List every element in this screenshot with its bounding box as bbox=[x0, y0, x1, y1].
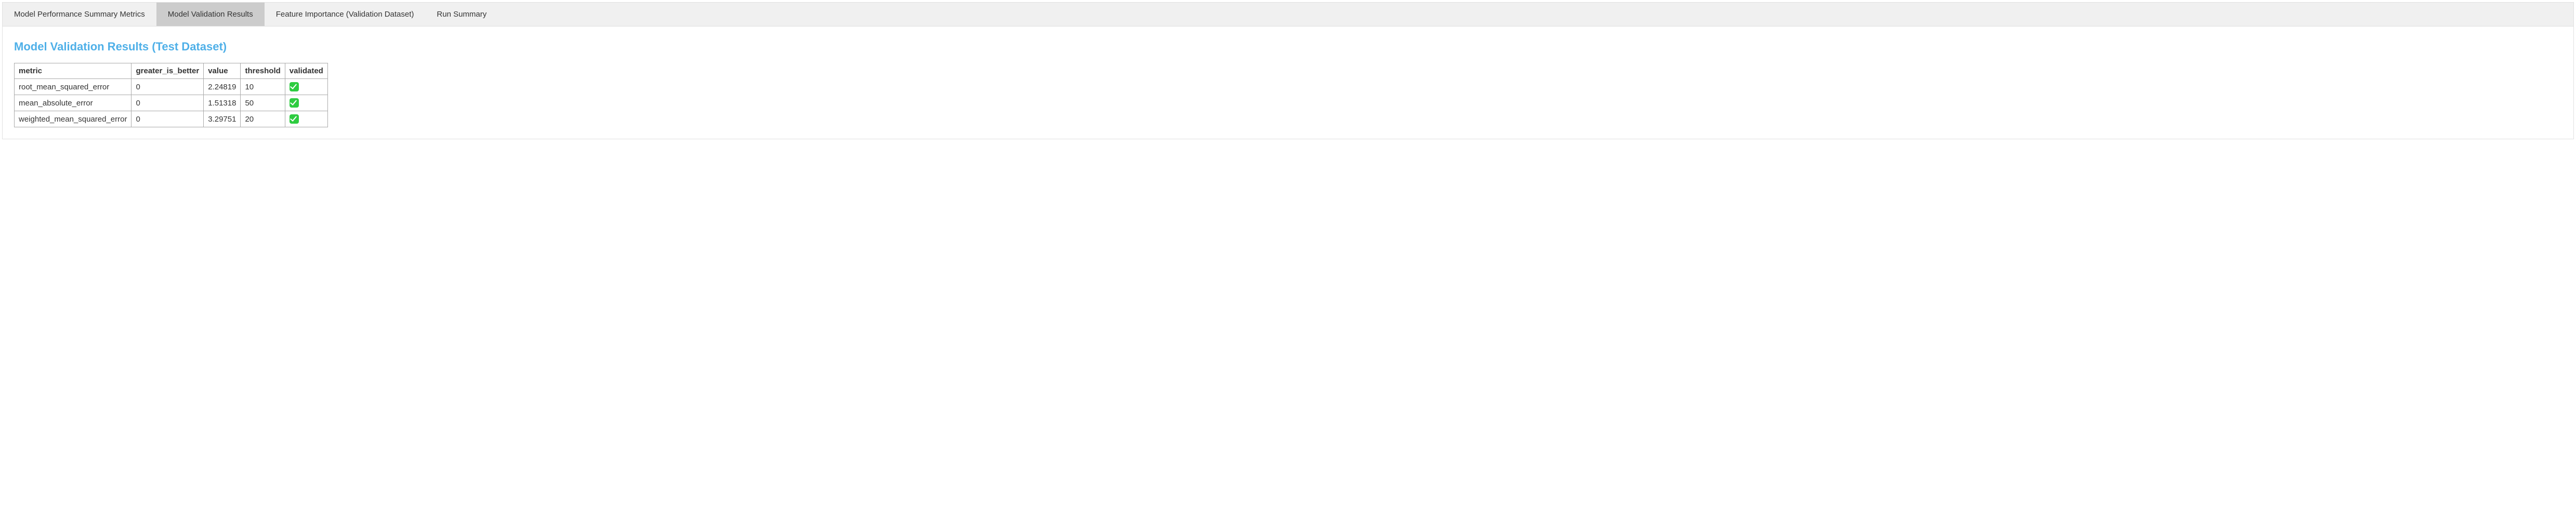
cell-greater-is-better: 0 bbox=[132, 79, 204, 95]
table-row: weighted_mean_squared_error 0 3.29751 20 bbox=[15, 111, 328, 127]
tab-model-validation-results[interactable]: Model Validation Results bbox=[156, 3, 265, 26]
cell-metric: weighted_mean_squared_error bbox=[15, 111, 132, 127]
cell-validated bbox=[285, 95, 327, 111]
cell-threshold: 10 bbox=[241, 79, 285, 95]
cell-greater-is-better: 0 bbox=[132, 111, 204, 127]
cell-threshold: 20 bbox=[241, 111, 285, 127]
cell-value: 1.51318 bbox=[204, 95, 241, 111]
check-icon bbox=[290, 82, 299, 91]
col-greater-is-better: greater_is_better bbox=[132, 63, 204, 79]
cell-metric: mean_absolute_error bbox=[15, 95, 132, 111]
table-row: root_mean_squared_error 0 2.24819 10 bbox=[15, 79, 328, 95]
check-icon bbox=[290, 98, 299, 108]
validation-results-table: metric greater_is_better value threshold… bbox=[14, 63, 328, 127]
tab-content: Model Validation Results (Test Dataset) … bbox=[3, 27, 2573, 139]
table-row: mean_absolute_error 0 1.51318 50 bbox=[15, 95, 328, 111]
table-header-row: metric greater_is_better value threshold… bbox=[15, 63, 328, 79]
col-value: value bbox=[204, 63, 241, 79]
check-icon bbox=[290, 114, 299, 124]
tab-model-performance-summary-metrics[interactable]: Model Performance Summary Metrics bbox=[3, 3, 156, 26]
cell-validated bbox=[285, 111, 327, 127]
tab-bar: Model Performance Summary Metrics Model … bbox=[3, 3, 2573, 27]
tab-feature-importance-validation-dataset[interactable]: Feature Importance (Validation Dataset) bbox=[265, 3, 426, 26]
tab-run-summary[interactable]: Run Summary bbox=[425, 3, 498, 26]
cell-validated bbox=[285, 79, 327, 95]
cell-metric: root_mean_squared_error bbox=[15, 79, 132, 95]
results-panel: Model Performance Summary Metrics Model … bbox=[2, 2, 2574, 139]
cell-greater-is-better: 0 bbox=[132, 95, 204, 111]
col-validated: validated bbox=[285, 63, 327, 79]
cell-value: 2.24819 bbox=[204, 79, 241, 95]
col-metric: metric bbox=[15, 63, 132, 79]
cell-value: 3.29751 bbox=[204, 111, 241, 127]
cell-threshold: 50 bbox=[241, 95, 285, 111]
col-threshold: threshold bbox=[241, 63, 285, 79]
section-title: Model Validation Results (Test Dataset) bbox=[14, 40, 2562, 54]
